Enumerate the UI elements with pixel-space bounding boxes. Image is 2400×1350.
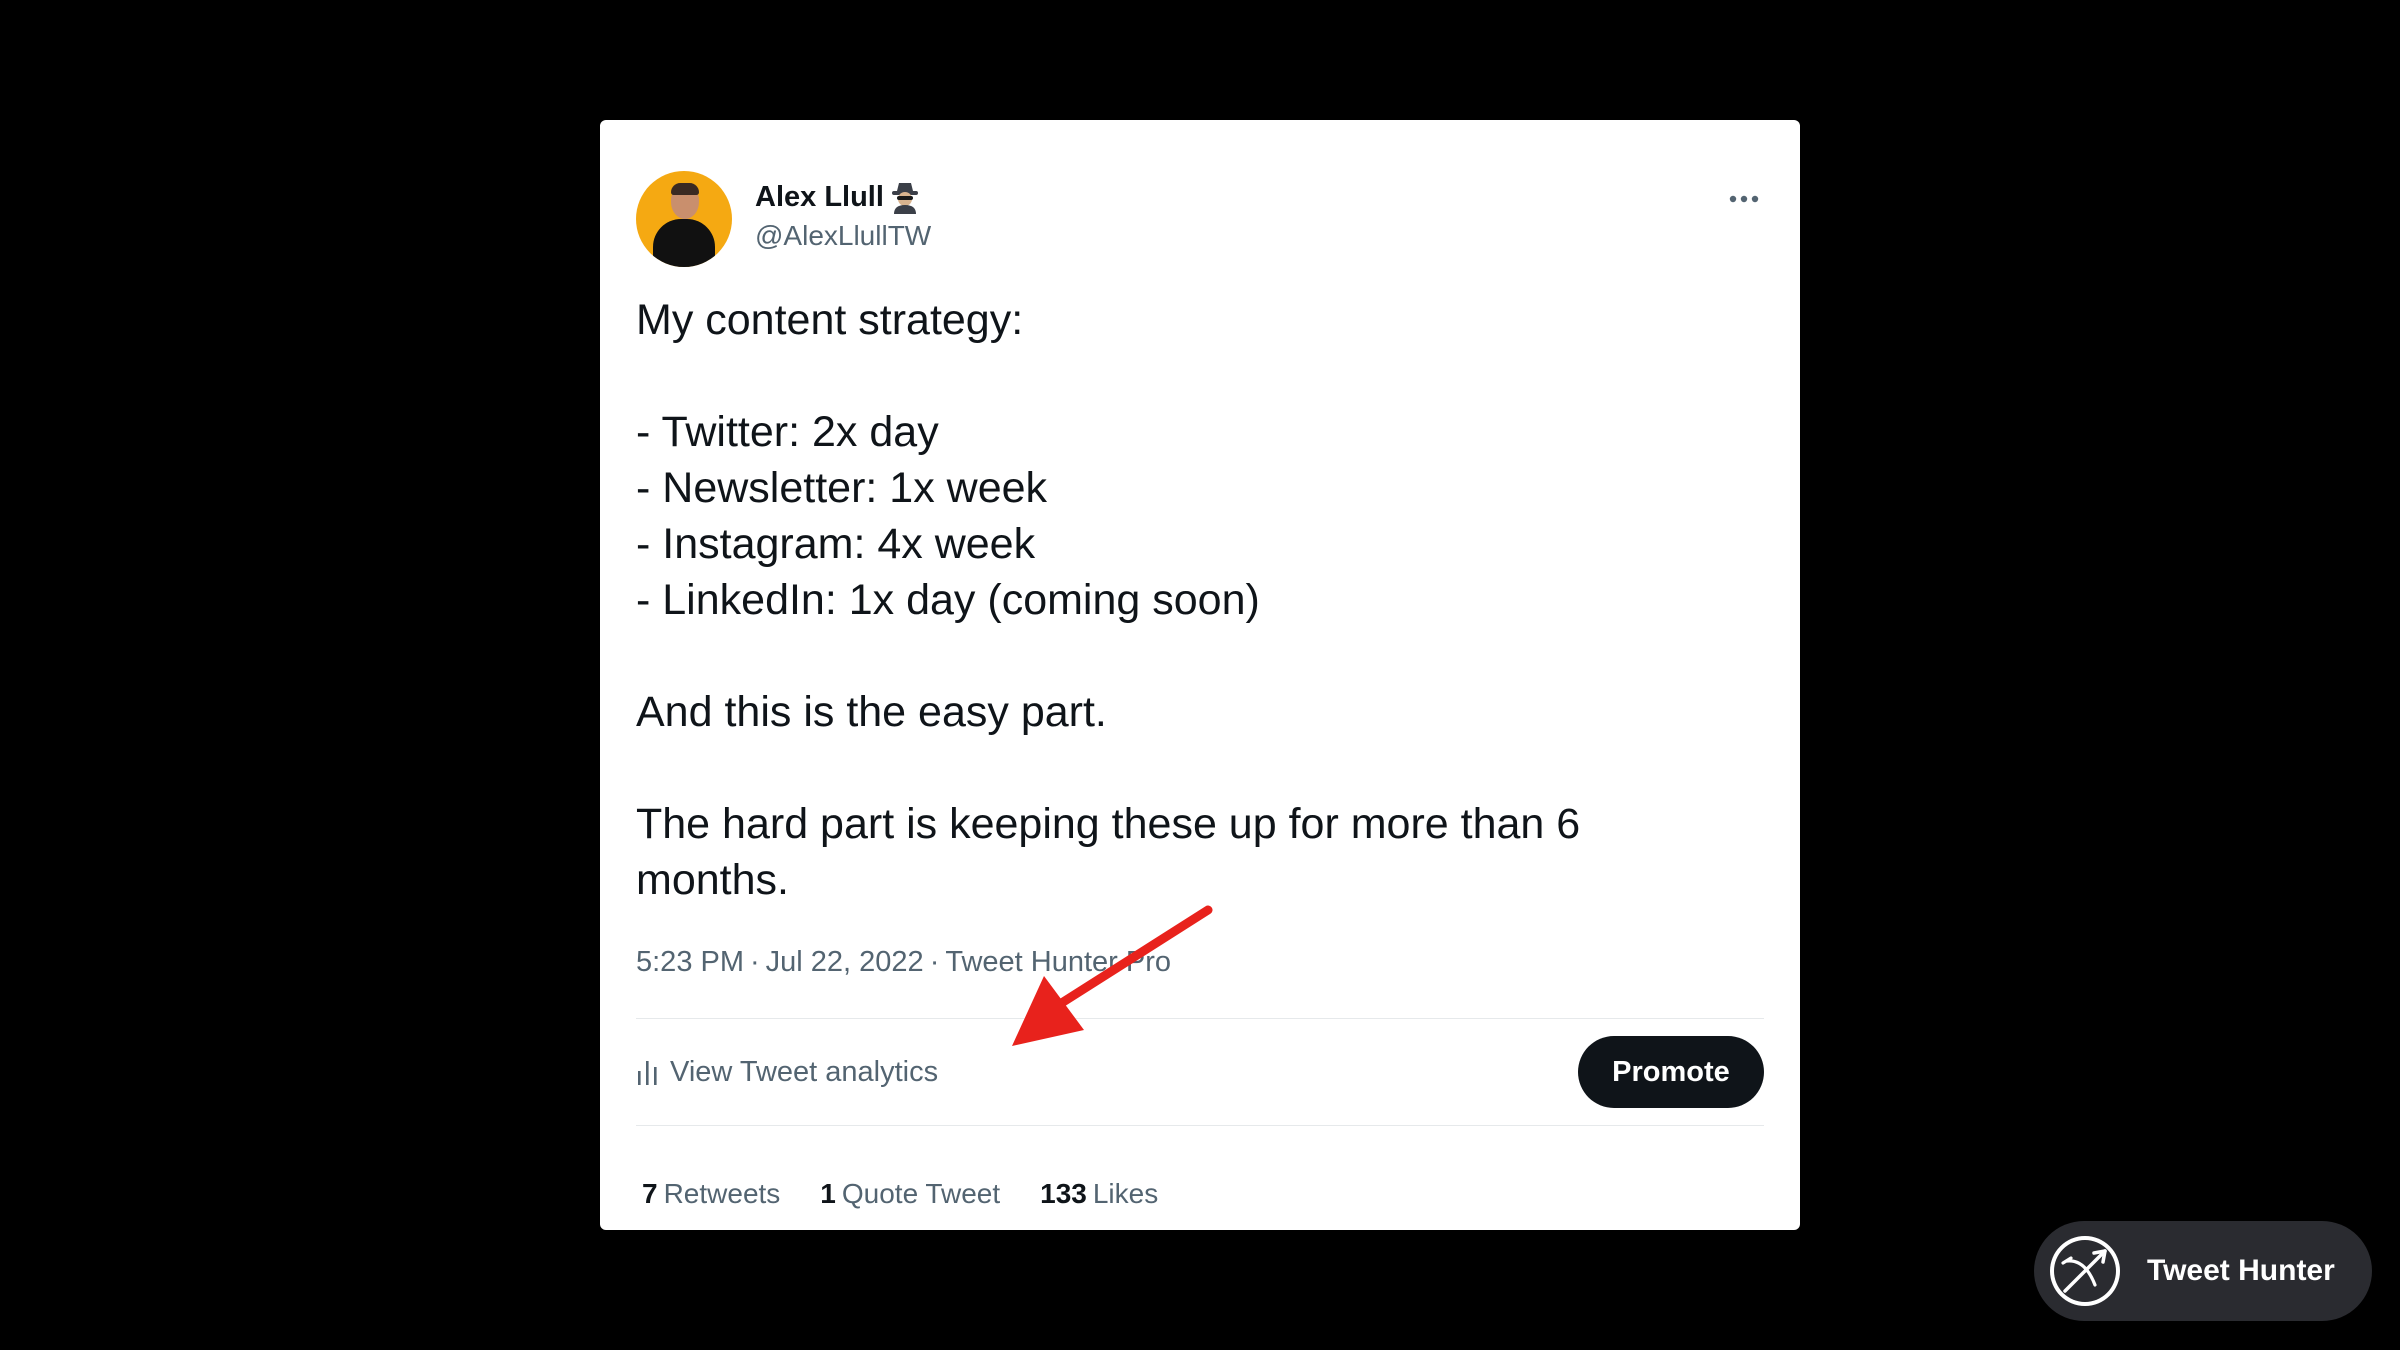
likes-stat[interactable]: 133 Likes xyxy=(1040,1178,1158,1210)
separator: · xyxy=(750,946,760,978)
more-icon[interactable] xyxy=(1724,182,1764,216)
avatar[interactable] xyxy=(636,171,732,267)
tweet-source[interactable]: Tweet Hunter Pro xyxy=(945,946,1171,978)
retweets-stat[interactable]: 7 Retweets xyxy=(642,1178,780,1210)
tweet-hunter-logo-icon xyxy=(2050,1236,2120,1306)
author-name[interactable]: Alex Llull xyxy=(755,180,922,214)
quotes-count: 1 xyxy=(820,1178,836,1209)
author-handle[interactable]: @AlexLlullTW xyxy=(755,220,931,252)
view-analytics-label[interactable]: View Tweet analytics xyxy=(670,1056,938,1089)
quotes-label: Quote Tweet xyxy=(841,1178,1001,1209)
bar-chart-icon xyxy=(638,1061,657,1085)
tweet-date[interactable]: Jul 22, 2022 xyxy=(766,946,924,978)
tweet-line: - Instagram: 4x week xyxy=(636,520,1036,568)
tweet-line: My content strategy: xyxy=(636,296,1024,344)
quote-tweets-stat[interactable]: 1 Quote Tweet xyxy=(820,1178,1000,1210)
author-name-text[interactable]: Alex Llull xyxy=(755,181,884,214)
tweet-meta: 5:23 PM · Jul 22, 2022 · Tweet Hunter Pro xyxy=(636,946,1171,979)
separator: · xyxy=(929,946,940,978)
retweets-label: Retweets xyxy=(663,1178,781,1209)
divider xyxy=(636,1018,1764,1019)
tweet-line: months. xyxy=(636,856,789,904)
engagement-stats: 7 Retweets 1 Quote Tweet 133 Likes xyxy=(642,1178,1158,1210)
tweet-time[interactable]: 5:23 PM xyxy=(636,946,744,978)
detective-icon xyxy=(891,183,918,214)
tweet-line: - LinkedIn: 1x day (coming soon) xyxy=(636,576,1260,624)
promote-button[interactable]: Promote xyxy=(1578,1036,1764,1108)
tweet-line: - Newsletter: 1x week xyxy=(636,464,1048,512)
tweet-line: The hard part is keeping these up for mo… xyxy=(636,800,1581,848)
tweet-line: - Twitter: 2x day xyxy=(636,408,939,456)
tweet-hunter-label: Tweet Hunter xyxy=(2147,1254,2335,1287)
divider xyxy=(636,1125,1764,1126)
tweet-line: And this is the easy part. xyxy=(636,688,1107,736)
likes-label: Likes xyxy=(1092,1178,1159,1209)
tweet-text: My content strategy: - Twitter: 2x day -… xyxy=(636,292,1746,908)
tweet-hunter-badge[interactable]: Tweet Hunter xyxy=(2034,1221,2372,1321)
retweets-count: 7 xyxy=(642,1178,658,1209)
tweet-card: Alex Llull @AlexLlullTW My content strat… xyxy=(600,120,1800,1230)
likes-count: 133 xyxy=(1040,1178,1087,1209)
view-analytics-link[interactable]: View Tweet analytics xyxy=(636,1052,938,1092)
